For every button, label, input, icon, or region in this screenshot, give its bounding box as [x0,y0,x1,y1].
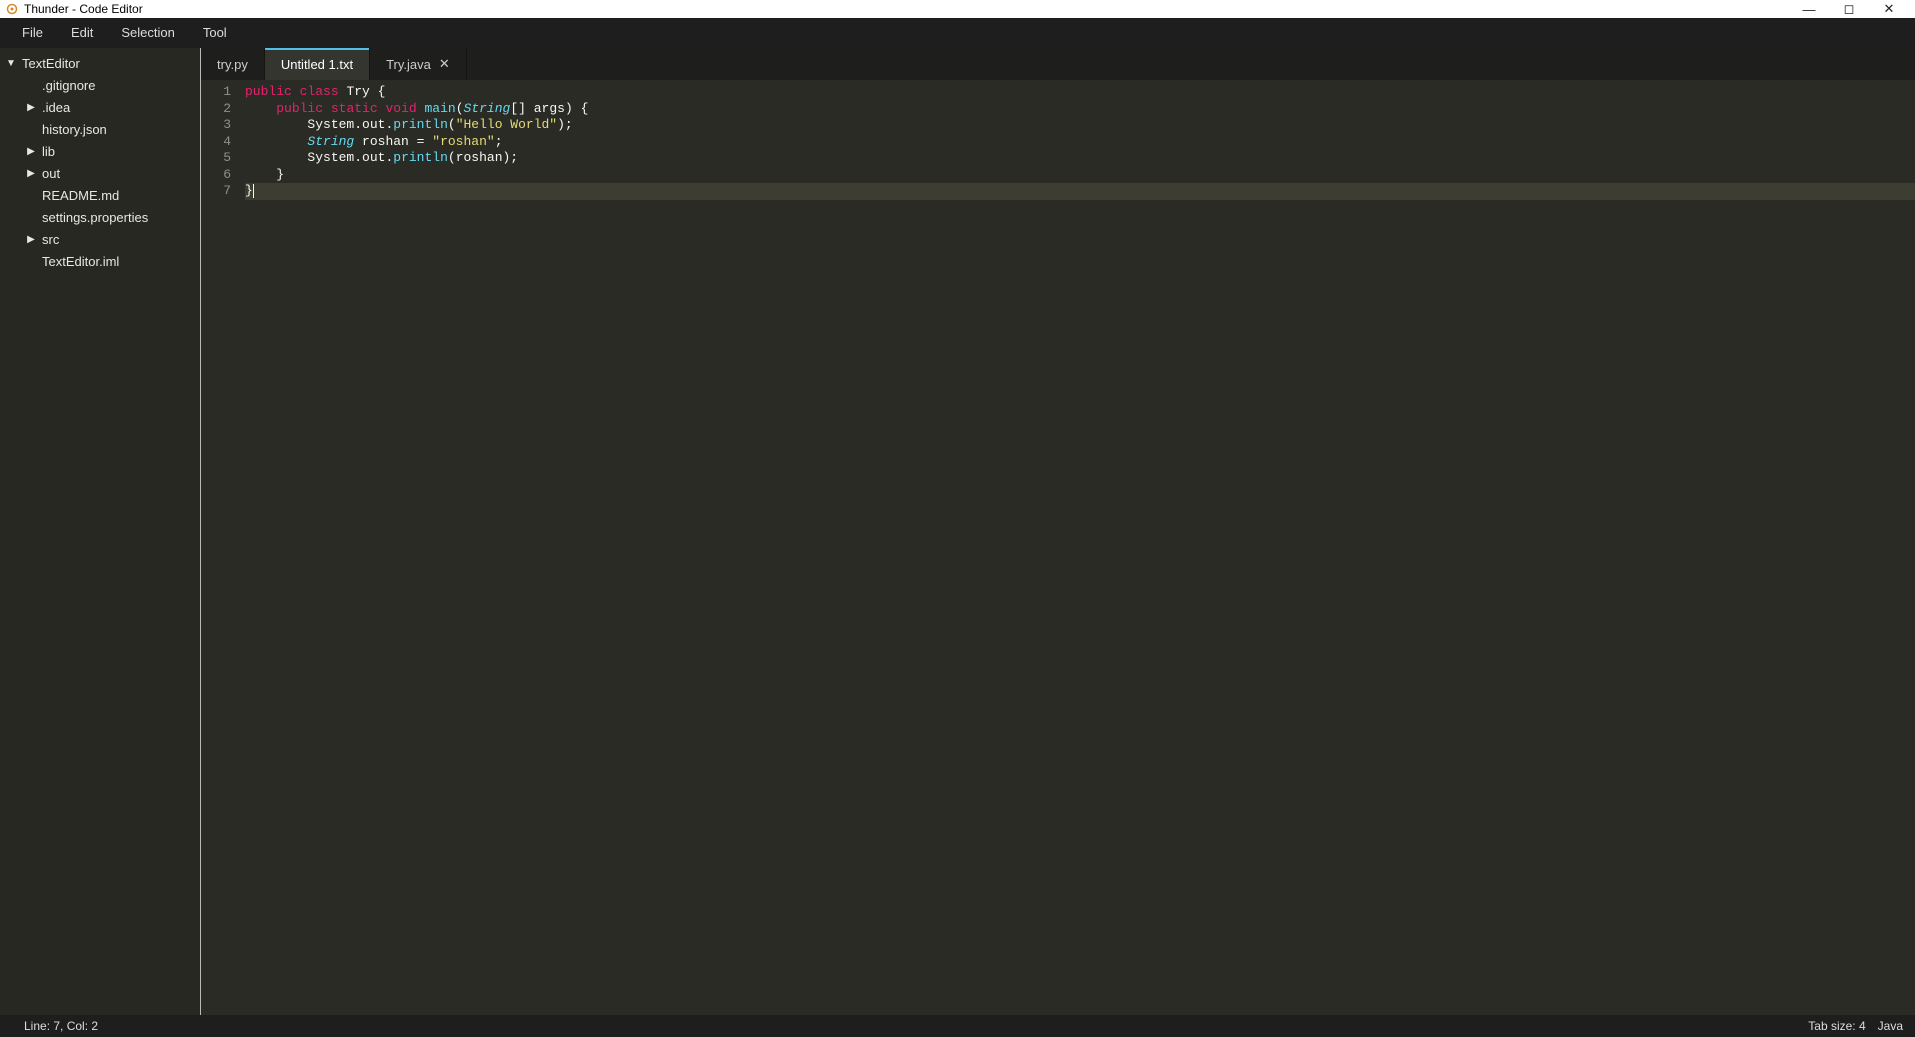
line-number: 6 [201,167,231,184]
code-editor[interactable]: 1234567 public class Try { public static… [201,80,1915,1015]
titlebar: Thunder - Code Editor — ◻ ✕ [0,0,1915,18]
tree-item[interactable]: ▶settings.properties [0,206,200,228]
chevron-right-icon: ▶ [24,100,38,114]
chevron-down-icon: ▼ [4,56,18,70]
code-area[interactable]: public class Try { public static void ma… [237,80,1915,1015]
line-gutter: 1234567 [201,80,237,1015]
line-number: 3 [201,117,231,134]
code-line[interactable]: System.out.println(roshan); [245,150,1915,167]
minimize-button[interactable]: — [1789,2,1829,17]
tree-root-label: TextEditor [22,56,80,71]
body-area: ▼ TextEditor ▶.gitignore▶.idea▶history.j… [0,48,1915,1015]
tree-item[interactable]: ▶ src [0,228,200,250]
tree-item-label: .gitignore [42,78,95,93]
tree-item[interactable]: ▶README.md [0,184,200,206]
editor-main: try.py Untitled 1.txt Try.java ✕ 1234567 pu… [200,48,1915,1015]
tree-item-label: settings.properties [42,210,148,225]
menu-edit[interactable]: Edit [57,18,107,48]
code-line[interactable]: public static void main(String[] args) { [245,101,1915,118]
statusbar: Line: 7, Col: 2 Tab size: 4 Java [0,1015,1915,1037]
tree-item-label: .idea [42,100,70,115]
chevron-right-icon: ▶ [24,232,38,246]
tree-item-label: TextEditor.iml [42,254,119,269]
editor-tab-label: Try.java [386,57,431,72]
tree-item[interactable]: ▶.gitignore [0,74,200,96]
maximize-button[interactable]: ◻ [1829,1,1869,17]
code-line[interactable]: public class Try { [245,84,1915,101]
status-tabsize[interactable]: Tab size: 4 [1808,1019,1865,1033]
menu-tool[interactable]: Tool [189,18,241,48]
code-line[interactable]: String roshan = "roshan"; [245,134,1915,151]
window-title: Thunder - Code Editor [24,2,143,16]
editor-tab[interactable]: Try.java ✕ [370,48,467,80]
close-icon[interactable]: ✕ [439,56,450,72]
app-icon [6,3,18,15]
line-number: 1 [201,84,231,101]
line-number: 7 [201,183,231,200]
status-language[interactable]: Java [1878,1019,1903,1033]
tree-item[interactable]: ▶ .idea [0,96,200,118]
chevron-right-icon: ▶ [24,144,38,158]
tree-root[interactable]: ▼ TextEditor [0,52,200,74]
line-number: 5 [201,150,231,167]
status-position[interactable]: Line: 7, Col: 2 [24,1019,98,1033]
code-line[interactable]: } [245,167,1915,184]
code-line[interactable]: System.out.println("Hello World"); [245,117,1915,134]
tree-item-label: README.md [42,188,119,203]
code-line[interactable]: } [245,183,1915,200]
menubar: File Edit Selection Tool [0,18,1915,48]
editor-tab[interactable]: Untitled 1.txt [265,48,370,80]
line-number: 2 [201,101,231,118]
line-number: 4 [201,134,231,151]
sidebar: ▼ TextEditor ▶.gitignore▶.idea▶history.j… [0,48,200,1015]
menu-file[interactable]: File [8,18,57,48]
tree-item-label: history.json [42,122,107,137]
text-cursor [253,184,254,198]
editor-tab-label: try.py [217,57,248,72]
tab-bar: try.py Untitled 1.txt Try.java ✕ [201,48,1915,80]
tree-item[interactable]: ▶ lib [0,140,200,162]
tree-item-label: src [42,232,59,247]
app-window: Thunder - Code Editor — ◻ ✕ File Edit Se… [0,0,1915,1037]
tree-item[interactable]: ▶ out [0,162,200,184]
menu-selection[interactable]: Selection [107,18,188,48]
editor-tab[interactable]: try.py [201,48,265,80]
chevron-right-icon: ▶ [24,166,38,180]
tree-item[interactable]: ▶TextEditor.iml [0,250,200,272]
tree-item-label: lib [42,144,55,159]
tree-item[interactable]: ▶history.json [0,118,200,140]
close-window-button[interactable]: ✕ [1869,1,1909,17]
tree-item-label: out [42,166,60,181]
editor-tab-label: Untitled 1.txt [281,57,353,72]
